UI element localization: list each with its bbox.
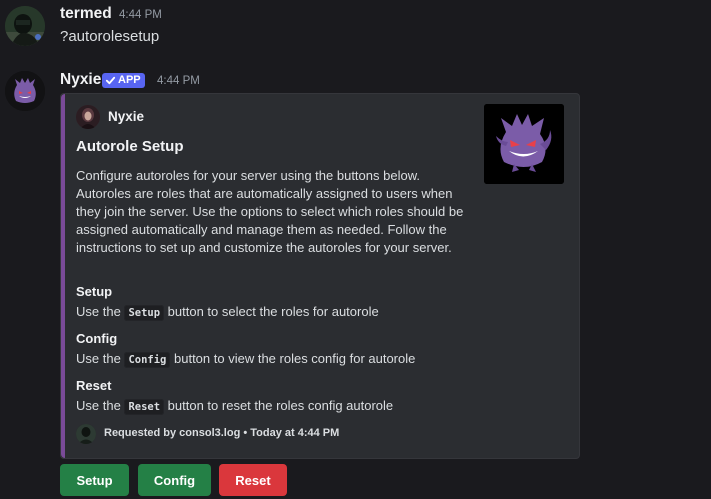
field-text: Use the <box>76 398 121 413</box>
inline-code: Reset <box>124 399 165 415</box>
field-text: Use the <box>76 351 121 366</box>
message-username[interactable]: Nyxie <box>60 71 101 89</box>
embed-field-value: Use the Config button to view the roles … <box>76 351 416 368</box>
embed-title: Autorole Setup <box>76 138 184 155</box>
embed-thumbnail[interactable] <box>484 104 564 184</box>
author-portrait-icon <box>76 105 100 129</box>
field-text: button to reset the roles config autorol… <box>167 398 394 413</box>
embed-card: Nyxie Autorole Setup Configure autoroles… <box>60 93 580 459</box>
embed-field-name: Reset <box>76 378 112 393</box>
embed-field-value: Use the Setup button to select the roles… <box>76 304 379 321</box>
message-content: ?autorolesetup <box>60 28 160 45</box>
app-badge-label: APP <box>118 74 141 86</box>
field-text: button to view the roles config for auto… <box>174 351 416 366</box>
embed-field-name: Setup <box>76 284 113 299</box>
embed-field-value: Use the Reset button to reset the roles … <box>76 398 394 415</box>
reset-button[interactable]: Reset <box>219 464 287 496</box>
verified-check-icon <box>105 76 116 85</box>
footer-user-icon <box>76 424 96 444</box>
gengar-icon <box>5 71 45 111</box>
message-timestamp: 4:44 PM <box>119 9 162 21</box>
avatar-image <box>5 6 45 46</box>
embed-footer-avatar <box>76 424 96 444</box>
setup-button[interactable]: Setup <box>60 464 129 496</box>
field-text: button to select the roles for autorole <box>167 304 379 319</box>
embed-footer-text: Requested by consol3.log • Today at 4:44… <box>104 427 340 439</box>
config-button[interactable]: Config <box>138 464 211 496</box>
embed-accent-bar <box>61 94 65 458</box>
embed-author-name[interactable]: Nyxie <box>108 109 144 124</box>
field-text: Use the <box>76 304 121 319</box>
embed-author-avatar <box>76 105 100 129</box>
app-badge: APP <box>102 73 145 88</box>
message-username[interactable]: termed <box>60 5 112 23</box>
chat-view: termed 4:44 PM ?autorolesetup Nyxie APP … <box>0 0 711 499</box>
inline-code: Setup <box>124 305 165 321</box>
embed-description: Configure autoroles for your server usin… <box>76 168 464 255</box>
message-timestamp: 4:44 PM <box>157 75 200 87</box>
bot-avatar-nyxie[interactable] <box>5 71 45 111</box>
embed-field-name: Config <box>76 331 118 346</box>
inline-code: Config <box>124 352 171 368</box>
user-avatar-termed[interactable] <box>5 6 45 46</box>
gengar-icon <box>484 104 564 184</box>
